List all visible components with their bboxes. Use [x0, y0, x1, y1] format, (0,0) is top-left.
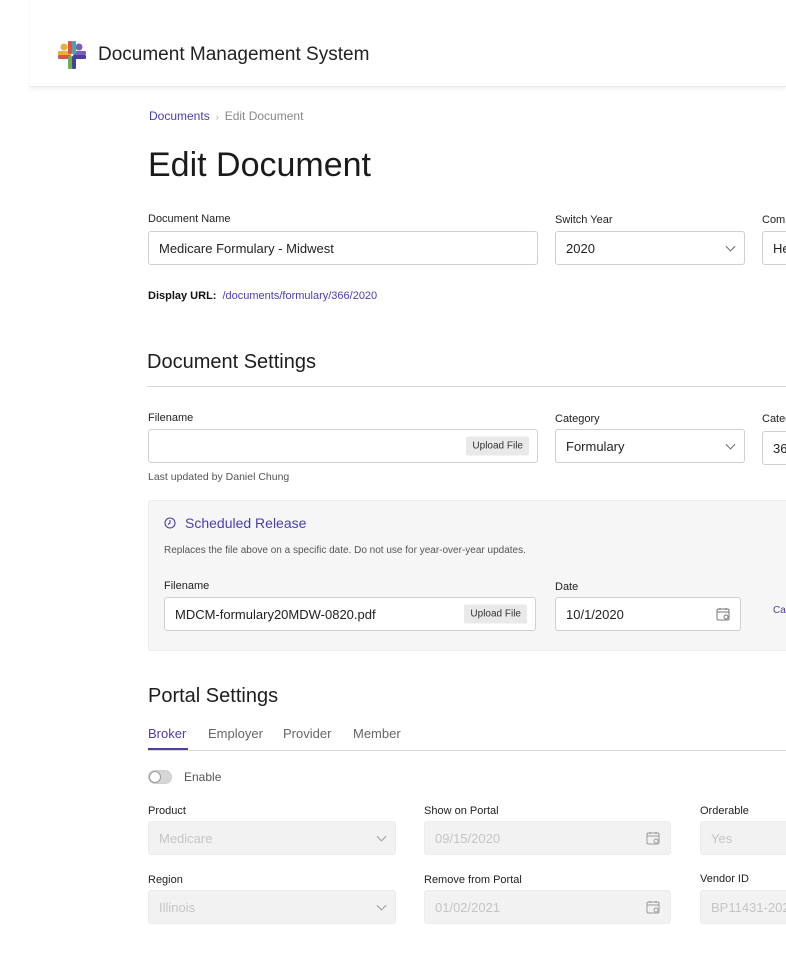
remove-from-portal-input[interactable]: 01/02/2021	[424, 890, 671, 924]
active-tab-indicator	[148, 748, 188, 750]
breadcrumb: Documents › Edit Document	[149, 109, 303, 123]
document-name-label: Document Name	[148, 213, 231, 225]
company-value: He	[773, 240, 786, 256]
cancel-link[interactable]: Ca	[773, 605, 786, 616]
region-label: Region	[148, 874, 183, 886]
scheduled-filename-input[interactable]: MDCM-formulary20MDW-0820.pdf Upload File	[164, 597, 536, 631]
calendar-icon[interactable]	[716, 607, 730, 621]
logo-icon	[58, 41, 86, 69]
last-updated-text: Last updated by Daniel Chung	[148, 471, 290, 483]
category-id-value: 36	[773, 440, 786, 456]
show-on-portal-label: Show on Portal	[424, 805, 499, 817]
product-select[interactable]: Medicare	[148, 821, 396, 855]
switch-year-select[interactable]: 2020	[555, 231, 745, 265]
category-value: Formulary	[566, 438, 625, 454]
calendar-icon[interactable]	[646, 900, 660, 914]
remove-from-portal-label: Remove from Portal	[424, 874, 522, 886]
region-value: Illinois	[159, 899, 196, 915]
scheduled-release-description: Replaces the file above on a specific da…	[164, 545, 526, 556]
document-settings-title: Document Settings	[147, 351, 316, 373]
remove-from-portal-value: 01/02/2021	[435, 899, 501, 915]
product-value: Medicare	[159, 830, 213, 846]
display-url: Display URL: /documents/formulary/366/202…	[148, 290, 377, 302]
category-label: Category	[555, 413, 600, 425]
portal-settings-title: Portal Settings	[148, 685, 279, 707]
category-id-label: Categ	[762, 413, 786, 425]
document-name-value: Medicare Formulary - Midwest	[159, 240, 334, 256]
orderable-select[interactable]: Yes	[700, 821, 786, 855]
orderable-value: Yes	[711, 830, 733, 846]
enable-label: Enable	[184, 770, 222, 784]
filename-label: Filename	[148, 412, 194, 424]
scheduled-upload-file-button[interactable]: Upload File	[464, 604, 527, 624]
scheduled-release-title: Scheduled Release	[185, 515, 307, 531]
enable-toggle[interactable]	[148, 770, 172, 784]
tabs-divider	[148, 750, 786, 751]
region-select[interactable]: Illinois	[148, 890, 396, 924]
tab-member[interactable]: Member	[353, 726, 401, 741]
company-select[interactable]: He	[762, 231, 786, 265]
category-select[interactable]: Formulary	[555, 429, 745, 463]
section-divider	[147, 386, 786, 387]
company-label: Comp	[762, 214, 786, 226]
display-url-link[interactable]: /documents/formulary/366/2020	[222, 290, 377, 302]
show-on-portal-value: 09/15/2020	[435, 830, 501, 846]
chevron-down-icon	[725, 439, 736, 450]
filename-input[interactable]: Upload File	[148, 429, 538, 463]
scheduled-date-label: Date	[555, 581, 579, 593]
category-id-input[interactable]: 36	[762, 431, 786, 465]
app-title: Document Management System	[98, 44, 370, 65]
breadcrumb-current: Edit Document	[224, 109, 304, 123]
show-on-portal-input[interactable]: 09/15/2020	[424, 821, 671, 855]
scheduled-filename-value: MDCM-formulary20MDW-0820.pdf	[175, 606, 376, 622]
clock-icon	[164, 517, 176, 529]
scheduled-date-input[interactable]: 10/1/2020	[555, 597, 741, 631]
breadcrumb-documents-link[interactable]: Documents	[149, 109, 210, 123]
scheduled-date-value: 10/1/2020	[566, 606, 624, 622]
vendor-id-value: BP11431-2020	[711, 899, 786, 915]
chevron-down-icon	[725, 241, 736, 252]
chevron-down-icon	[376, 831, 387, 842]
product-label: Product	[148, 805, 186, 817]
upload-file-button[interactable]: Upload File	[466, 436, 529, 456]
scheduled-filename-label: Filename	[164, 580, 210, 592]
app-header: Document Management System	[30, 0, 786, 87]
display-url-label: Display URL:	[148, 290, 217, 302]
tab-broker[interactable]: Broker	[148, 726, 186, 741]
orderable-label: Orderable	[700, 805, 749, 817]
tab-provider[interactable]: Provider	[283, 726, 331, 741]
vendor-id-input[interactable]: BP11431-2020	[700, 890, 786, 924]
tab-employer[interactable]: Employer	[208, 726, 263, 741]
document-name-input[interactable]: Medicare Formulary - Midwest	[148, 231, 538, 265]
page-title: Edit Document	[148, 146, 371, 184]
vendor-id-label: Vendor ID	[700, 873, 749, 885]
switch-year-label: Switch Year	[555, 214, 613, 226]
calendar-icon[interactable]	[646, 831, 660, 845]
chevron-down-icon	[376, 900, 387, 911]
switch-year-value: 2020	[566, 240, 595, 256]
breadcrumb-separator-icon: ›	[215, 112, 219, 122]
